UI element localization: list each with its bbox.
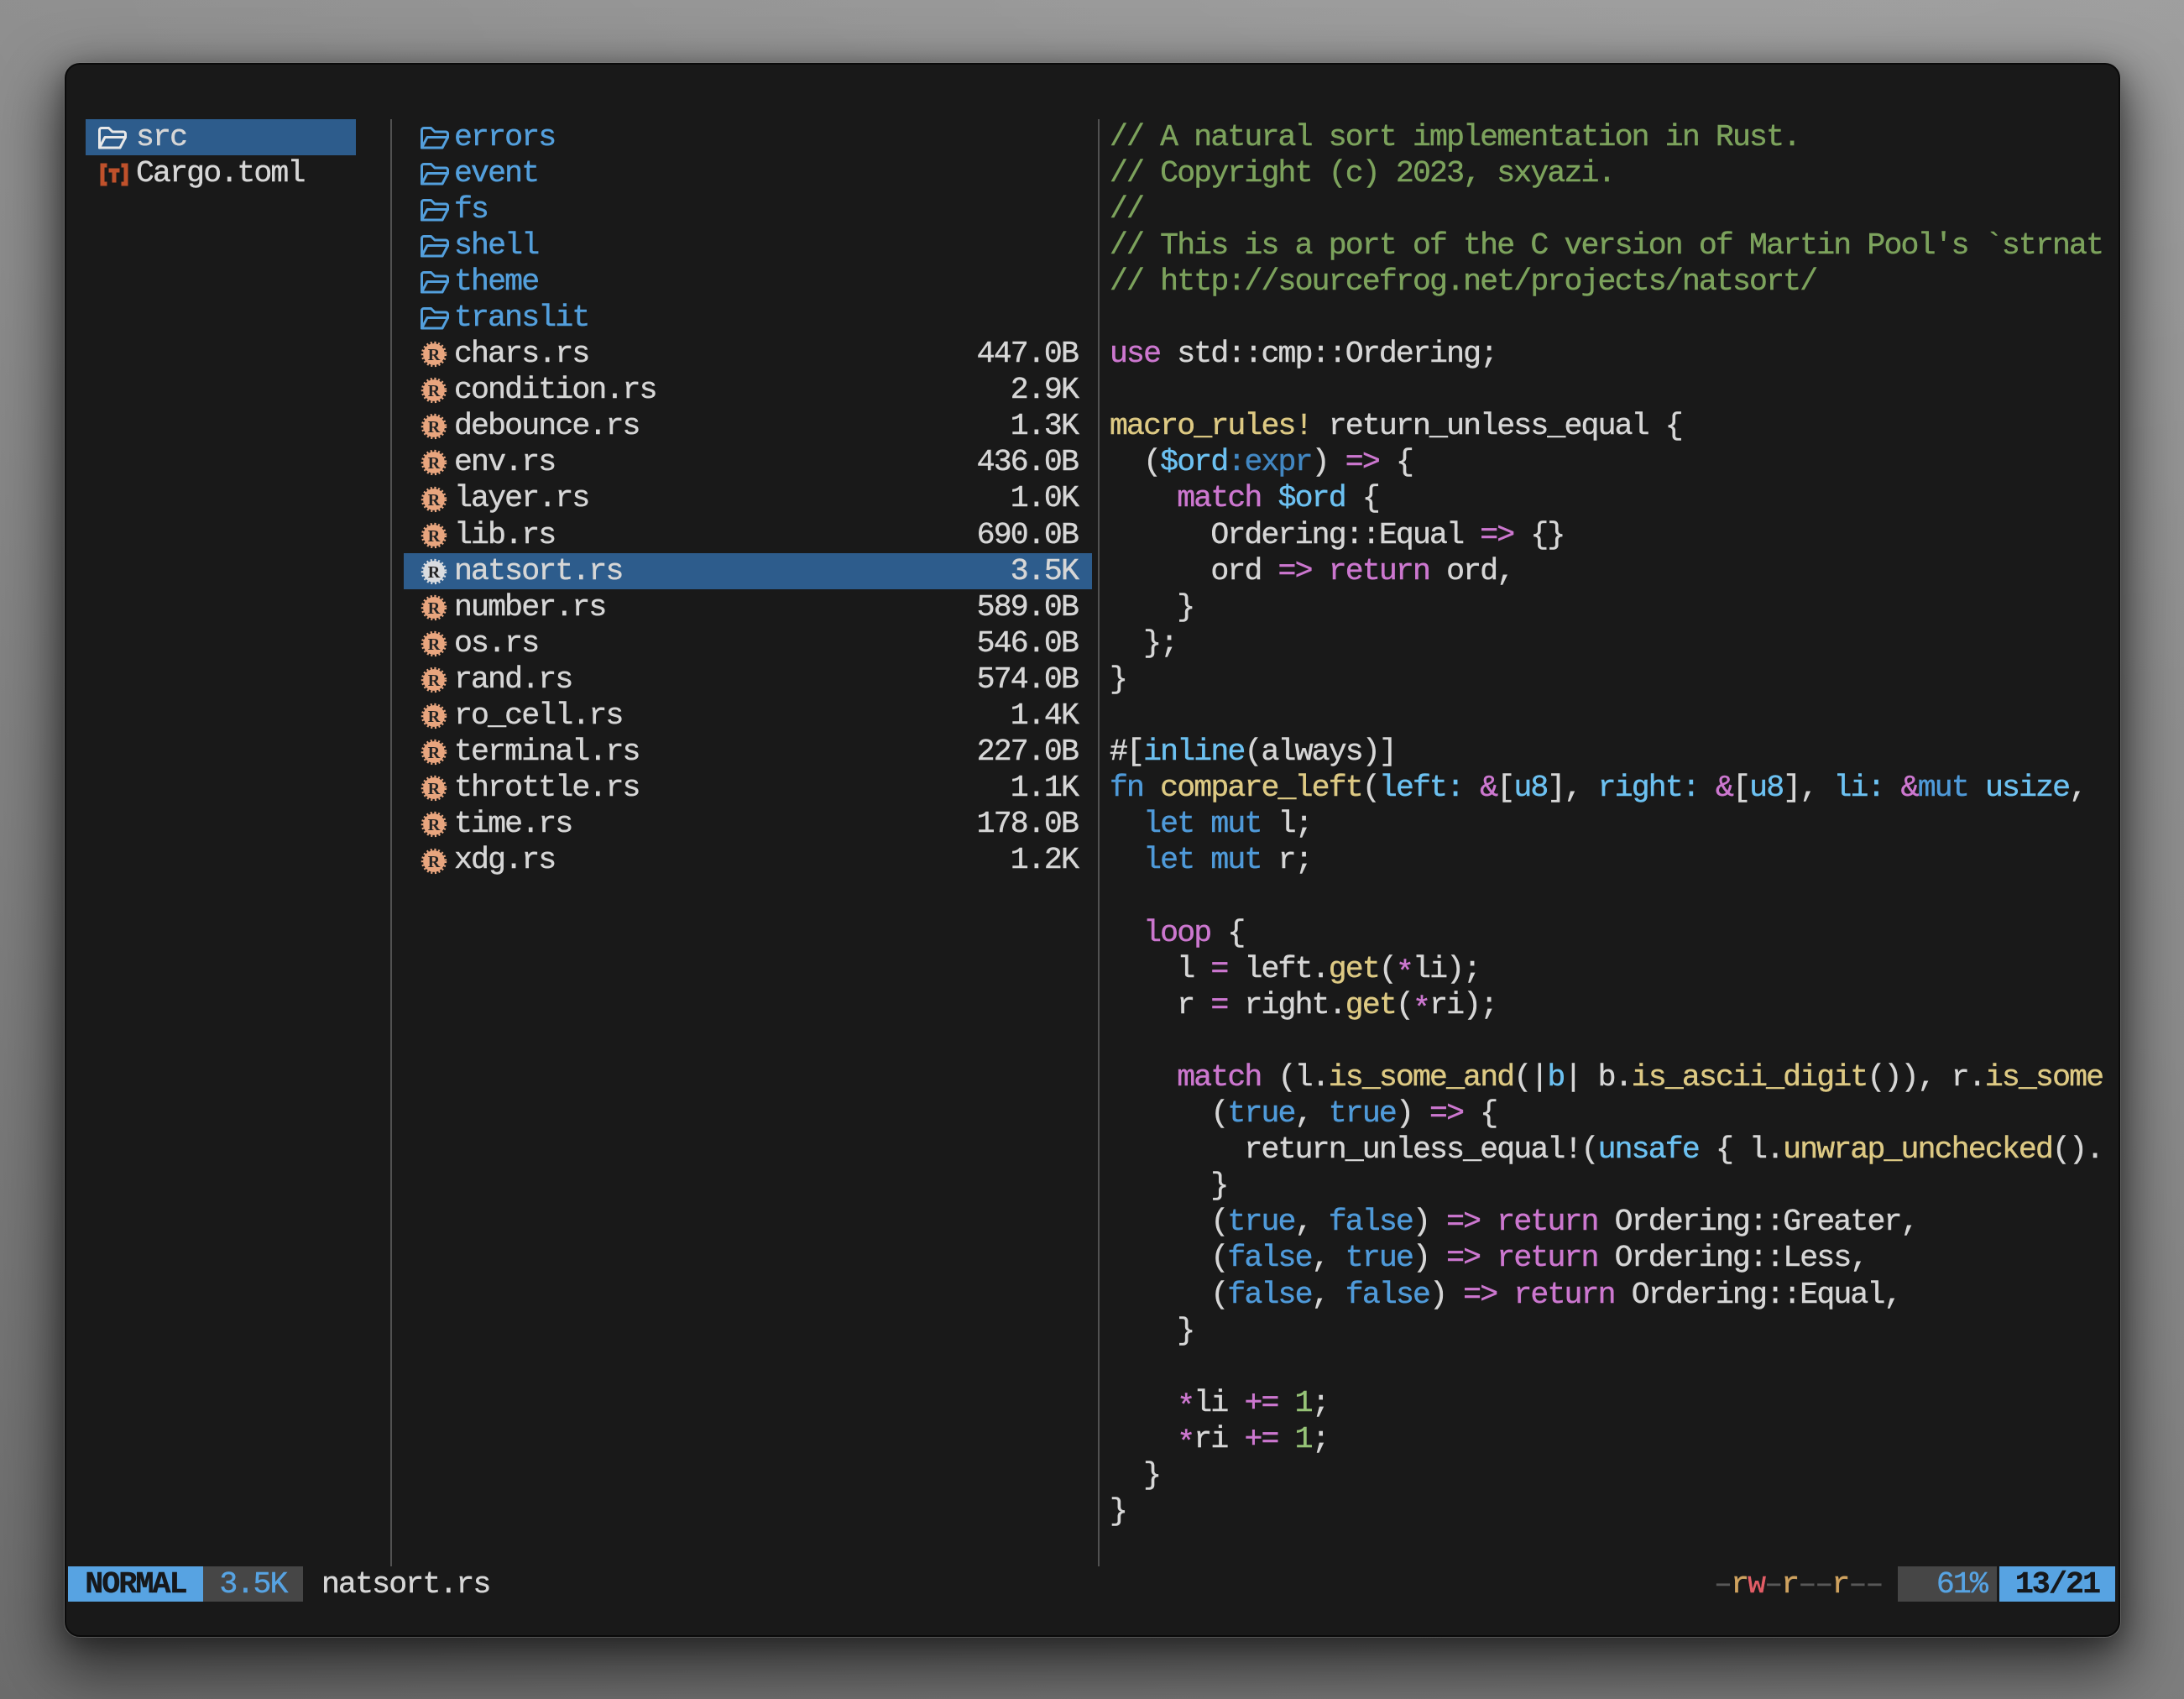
svg-text:R: R: [428, 635, 441, 654]
svg-text:R: R: [428, 853, 441, 871]
svg-text:R: R: [428, 672, 441, 690]
svg-text:R: R: [428, 599, 441, 618]
svg-text:R: R: [428, 744, 441, 762]
svg-text:R: R: [428, 708, 441, 726]
svg-text:R: R: [428, 816, 441, 834]
svg-text:R: R: [428, 527, 441, 546]
svg-text:R: R: [428, 454, 441, 473]
svg-text:R: R: [428, 491, 441, 510]
svg-text:R: R: [428, 346, 441, 364]
svg-text:R: R: [428, 563, 441, 582]
svg-text:R: R: [428, 418, 441, 437]
svg-text:R: R: [428, 780, 441, 798]
svg-text:R: R: [428, 382, 441, 400]
